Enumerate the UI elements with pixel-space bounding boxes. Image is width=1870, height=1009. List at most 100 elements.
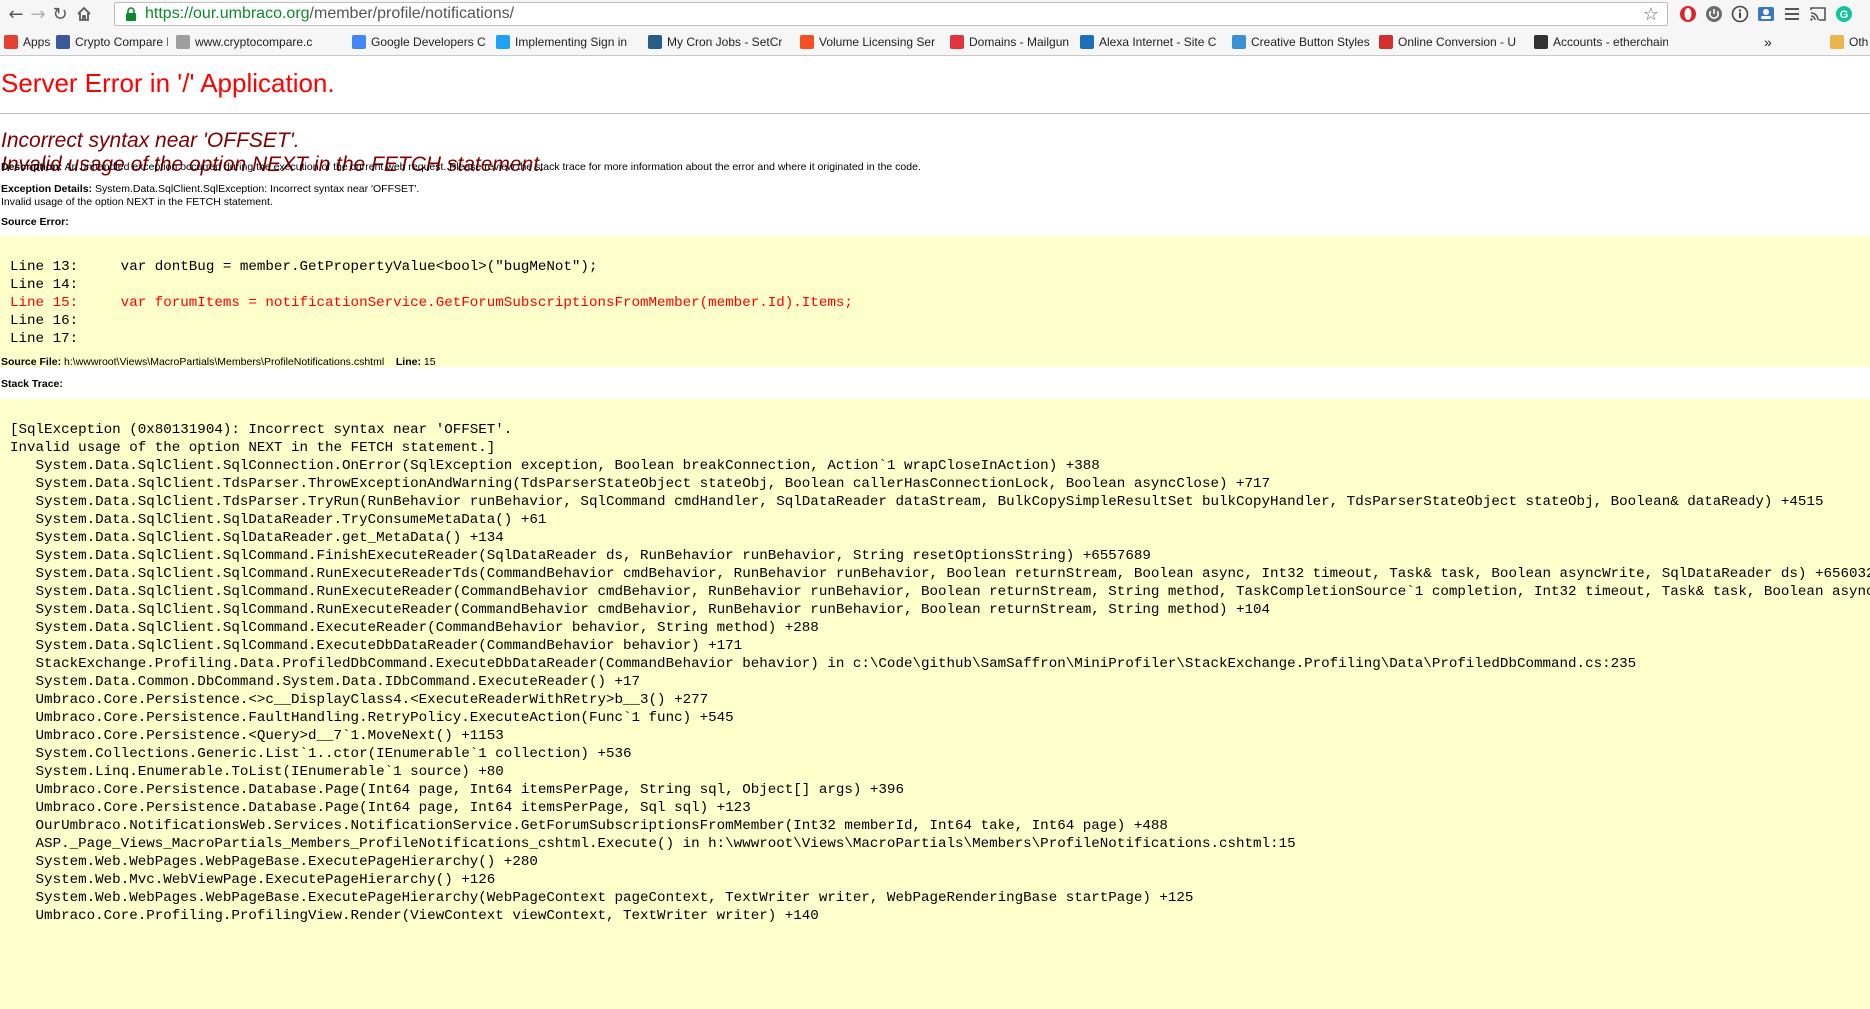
address-bar[interactable]: https://our.umbraco.org/member/profile/n… bbox=[114, 2, 1668, 26]
link-icon bbox=[1534, 35, 1548, 49]
forward-button[interactable]: → bbox=[26, 2, 50, 26]
bookmark-item[interactable]: Creative Button Styles bbox=[1232, 33, 1372, 51]
error-page: Server Error in '/' Application. Incorre… bbox=[0, 56, 1870, 1009]
bookmarks-overflow-button[interactable]: » bbox=[1764, 33, 1778, 51]
source-error-heading: Source Error: bbox=[1, 216, 69, 229]
stack-trace-heading: Stack Trace: bbox=[1, 378, 63, 391]
bookmark-label: www.cryptocompare.c bbox=[195, 35, 313, 49]
stack-frame: System.Web.WebPages.WebPageBase.ExecuteP… bbox=[10, 854, 538, 870]
info-extension-icon[interactable] bbox=[1729, 3, 1751, 25]
page-icon bbox=[176, 35, 190, 49]
other-bookmarks[interactable]: Other book bbox=[1830, 33, 1868, 51]
stack-frame: System.Web.WebPages.WebPageBase.ExecuteP… bbox=[10, 890, 1194, 906]
source-file-info: Source File: h:\wwwroot\Views\MacroParti… bbox=[1, 356, 436, 369]
description: Description: An unhandled exception occu… bbox=[1, 161, 1861, 174]
line-number: 15 bbox=[423, 356, 436, 368]
lock-icon bbox=[123, 6, 139, 22]
stack-frame: System.Data.SqlClient.SqlDataReader.TryC… bbox=[10, 512, 547, 528]
source-line: Line 15: var forumItems = notificationSe… bbox=[10, 295, 853, 311]
bookmark-label: Online Conversion - U bbox=[1398, 35, 1517, 49]
cast-icon[interactable] bbox=[1807, 3, 1829, 25]
accounts-extension-icon[interactable] bbox=[1755, 3, 1777, 25]
description-label: Description: bbox=[1, 161, 63, 173]
source-line: Line 17: bbox=[10, 331, 79, 347]
stack-frame: Umbraco.Core.Persistence.<>c__DisplayCla… bbox=[10, 692, 709, 708]
bookmark-item[interactable]: www.cryptocompare.c bbox=[176, 33, 342, 51]
power-extension-icon[interactable] bbox=[1703, 3, 1725, 25]
bookmark-item[interactable]: My Cron Jobs - SetCr bbox=[648, 33, 792, 51]
bookmark-item[interactable]: Accounts - etherchain bbox=[1534, 33, 1668, 51]
stack-frame: Umbraco.Core.Persistence.<Query>d__7`1.M… bbox=[10, 728, 504, 744]
bookmark-label: Alexa Internet - Site C bbox=[1099, 35, 1217, 49]
opera-extension-icon[interactable] bbox=[1677, 3, 1699, 25]
stack-frame: [SqlException (0x80131904): Incorrect sy… bbox=[10, 422, 513, 438]
browser-chrome: ← → ↻ https://our.umbraco.org/member/pro… bbox=[0, 0, 1870, 56]
stack-frame: System.Data.SqlClient.SqlDataReader.get_… bbox=[10, 530, 504, 546]
bookmark-item[interactable]: Implementing Sign in bbox=[496, 33, 640, 51]
bookmark-label: Creative Button Styles bbox=[1251, 35, 1370, 49]
url-path: /member/profile/notifications/ bbox=[309, 5, 515, 22]
folder-icon bbox=[1830, 35, 1844, 49]
exception-line1: System.Data.SqlClient.SqlException: Inco… bbox=[94, 183, 420, 195]
setcronjob-icon bbox=[648, 35, 662, 49]
bookmark-item[interactable]: Google Developers C bbox=[352, 33, 488, 51]
stack-frame: System.Data.SqlClient.TdsParser.ThrowExc… bbox=[10, 476, 1271, 492]
bookmark-item[interactable]: Apps bbox=[4, 33, 50, 51]
back-button[interactable]: ← bbox=[4, 2, 28, 26]
stack-frame: System.Data.SqlClient.SqlCommand.Execute… bbox=[10, 638, 743, 654]
stack-frame: System.Data.SqlClient.SqlCommand.FinishE… bbox=[10, 548, 1151, 564]
bookmark-label: Crypto Compare FB bbox=[75, 35, 168, 49]
stack-frame: StackExchange.Profiling.Data.ProfiledDbC… bbox=[10, 656, 1637, 672]
source-line: Line 16: bbox=[10, 313, 79, 329]
arrow-right-icon: → bbox=[30, 3, 46, 25]
error-message-line1: Incorrect syntax near 'OFFSET'. bbox=[1, 129, 300, 152]
bookmark-label: Implementing Sign in bbox=[515, 35, 628, 49]
bookmarks-bar: Other book » Apps Crypto Compare FB www.cr… bbox=[0, 29, 1870, 55]
stack-frame: System.Data.SqlClient.SqlCommand.RunExec… bbox=[10, 584, 1870, 600]
drop-icon bbox=[1232, 35, 1246, 49]
bookmark-star-icon[interactable]: ☆ bbox=[1643, 4, 1659, 25]
reload-icon: ↻ bbox=[52, 3, 68, 25]
description-text: An unhandled exception occurred during t… bbox=[64, 161, 921, 173]
stack-frame: System.Linq.Enumerable.ToList(IEnumerabl… bbox=[10, 764, 504, 780]
exception-line2: Invalid usage of the option NEXT in the … bbox=[1, 196, 273, 208]
svg-text:G: G bbox=[1840, 9, 1849, 21]
url-host: our.umbraco.org bbox=[193, 5, 310, 22]
bookmark-item[interactable]: Volume Licensing Ser bbox=[800, 33, 942, 51]
bookmark-item[interactable]: Online Conversion - U bbox=[1379, 33, 1527, 51]
other-bookmarks-label: Other book bbox=[1849, 35, 1868, 49]
stack-frame: Umbraco.Core.Persistence.Database.Page(I… bbox=[10, 800, 751, 816]
source-line: Line 14: bbox=[10, 277, 79, 293]
stack-frame: Umbraco.Core.Profiling.ProfilingView.Ren… bbox=[10, 908, 819, 924]
home-icon bbox=[77, 6, 91, 21]
source-error-label: Source Error: bbox=[1, 216, 69, 228]
menu-extension-icon[interactable] bbox=[1781, 3, 1803, 25]
page-title: Server Error in '/' Application. bbox=[1, 68, 335, 98]
stack-frame: Umbraco.Core.Persistence.Database.Page(I… bbox=[10, 782, 904, 798]
stack-frame: System.Data.SqlClient.SqlCommand.RunExec… bbox=[10, 602, 1271, 618]
bookmark-item[interactable]: Alexa Internet - Site C bbox=[1080, 33, 1224, 51]
alexa-icon bbox=[1080, 35, 1094, 49]
home-button[interactable] bbox=[72, 2, 96, 26]
source-file-path: h:\wwwroot\Views\MacroPartials\Members\P… bbox=[64, 356, 385, 368]
divider bbox=[0, 113, 1870, 114]
bookmark-item[interactable]: Domains - Mailgun bbox=[950, 33, 1072, 51]
stack-trace-box: [SqlException (0x80131904): Incorrect sy… bbox=[0, 399, 1870, 1009]
stack-frame: System.Data.SqlClient.SqlCommand.Execute… bbox=[10, 620, 819, 636]
bookmark-label: Google Developers C bbox=[371, 35, 486, 49]
source-error-box: Line 13: var dontBug = member.GetPropert… bbox=[0, 236, 1870, 367]
apps-grid-icon bbox=[4, 35, 18, 49]
bookmark-item[interactable]: Crypto Compare FB bbox=[56, 33, 168, 51]
grammarly-extension-icon[interactable]: G bbox=[1833, 3, 1855, 25]
exception-label: Exception Details: bbox=[1, 183, 93, 195]
stack-trace-label: Stack Trace: bbox=[1, 378, 63, 390]
exception-details: Exception Details: System.Data.SqlClient… bbox=[1, 183, 1861, 209]
source-line: Line 13: var dontBug = member.GetPropert… bbox=[10, 259, 598, 275]
stack-frame: System.Data.SqlClient.TdsParser.TryRun(R… bbox=[10, 494, 1824, 510]
stack-frame: ASP._Page_Views_MacroPartials_Members_Pr… bbox=[10, 836, 1296, 852]
google-icon bbox=[352, 35, 366, 49]
source-file-label: Source File: bbox=[1, 356, 62, 368]
reload-button[interactable]: ↻ bbox=[48, 2, 72, 26]
microsoft-icon bbox=[800, 35, 814, 49]
stack-trace: [SqlException (0x80131904): Incorrect sy… bbox=[10, 421, 1870, 925]
